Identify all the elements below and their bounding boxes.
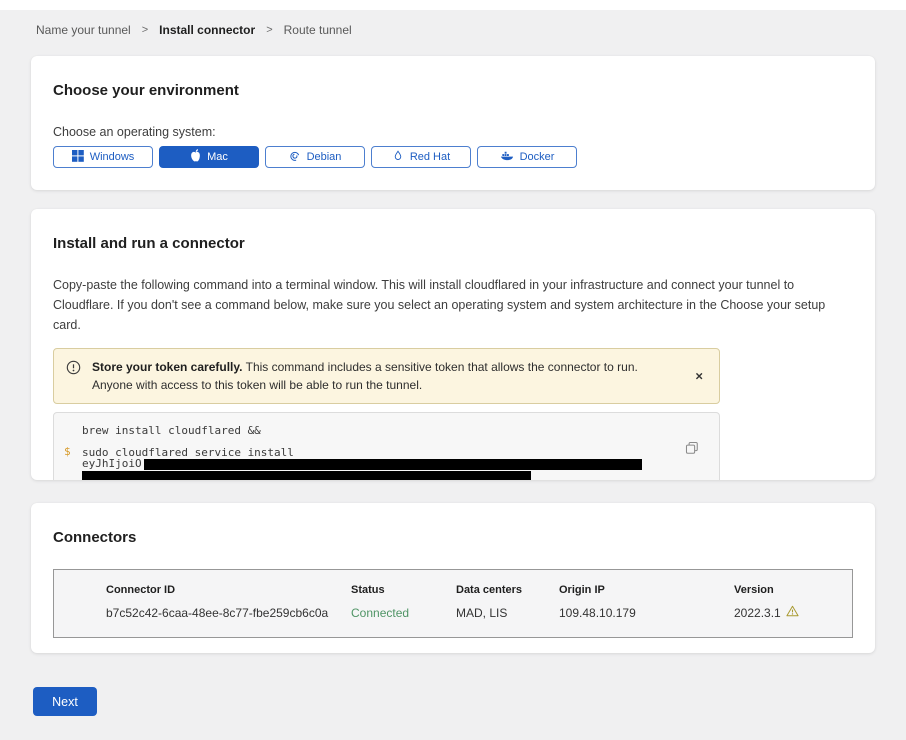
os-button-debian[interactable]: Debian (265, 146, 365, 168)
apple-icon (190, 149, 201, 165)
environment-card: Choose your environment Choose an operat… (31, 56, 875, 190)
breadcrumb-separator: > (142, 24, 148, 36)
column-header-data-centers: Data centers (456, 584, 559, 596)
install-command-codeblock: $ brew install cloudflared && sudo cloud… (53, 412, 720, 480)
redacted-token-bar (144, 459, 642, 470)
install-connector-card: Install and run a connector Copy-paste t… (31, 209, 875, 480)
docker-icon (500, 150, 514, 164)
shell-prompt: $ (64, 446, 71, 458)
command-line-2: sudo cloudflared service install (82, 447, 675, 459)
os-select-label: Choose an operating system: (53, 125, 853, 139)
version-value: 2022.3.1 (734, 606, 781, 620)
token-warning-banner: Store your token carefully. This command… (53, 348, 720, 404)
environment-card-title: Choose your environment (53, 82, 853, 99)
command-line-2-group: sudo cloudflared service install eyJhIjo… (82, 447, 675, 481)
breadcrumb: Name your tunnel > Install connector > R… (36, 23, 906, 37)
connectors-card: Connectors Connector ID Status Data cent… (31, 503, 875, 653)
top-header-strip (0, 0, 906, 10)
connectors-table-header: Connector ID Status Data centers Origin … (106, 584, 852, 596)
os-button-mac[interactable]: Mac (159, 146, 259, 168)
alert-circle-icon (66, 360, 81, 380)
windows-icon (72, 150, 84, 165)
close-icon[interactable]: × (687, 365, 711, 388)
breadcrumb-step-install-connector[interactable]: Install connector (159, 23, 255, 37)
connector-id-value: b7c52c42-6caa-48ee-8c77-fbe259cb6c0a (106, 606, 351, 620)
column-header-origin-ip: Origin IP (559, 584, 734, 596)
redacted-token-bar (82, 471, 531, 481)
debian-icon (289, 150, 301, 165)
os-button-group: Windows Mac Debian Red Hat Docker (53, 146, 853, 168)
column-header-connector-id: Connector ID (106, 584, 351, 596)
breadcrumb-step-route-tunnel[interactable]: Route tunnel (284, 23, 352, 37)
connectors-table: Connector ID Status Data centers Origin … (53, 569, 853, 638)
os-button-windows[interactable]: Windows (53, 146, 153, 168)
warning-title: Store your token carefully. (92, 360, 243, 374)
os-button-docker[interactable]: Docker (477, 146, 577, 168)
install-card-description: Copy-paste the following command into a … (53, 275, 851, 335)
version-cell: 2022.3.1 (734, 605, 852, 620)
command-line-1: brew install cloudflared && (82, 425, 675, 437)
column-header-version: Version (734, 584, 852, 596)
warning-triangle-icon (786, 605, 799, 620)
origin-ip-value: 109.48.10.179 (559, 606, 734, 620)
status-badge: Connected (351, 606, 456, 620)
os-button-label: Debian (307, 151, 342, 163)
redhat-icon (392, 149, 404, 165)
os-button-redhat[interactable]: Red Hat (371, 146, 471, 168)
os-button-label: Mac (207, 151, 228, 163)
os-button-label: Docker (520, 151, 555, 163)
install-card-title: Install and run a connector (53, 235, 853, 252)
breadcrumb-separator: > (266, 24, 272, 36)
table-row: b7c52c42-6caa-48ee-8c77-fbe259cb6c0a Con… (106, 605, 852, 620)
os-button-label: Red Hat (410, 151, 450, 163)
breadcrumb-step-name-tunnel[interactable]: Name your tunnel (36, 23, 131, 37)
data-centers-value: MAD, LIS (456, 606, 559, 620)
token-line: eyJhIjoiO (82, 458, 675, 470)
column-header-status: Status (351, 584, 456, 596)
connectors-card-title: Connectors (53, 529, 853, 546)
os-button-label: Windows (90, 151, 135, 163)
next-button[interactable]: Next (33, 687, 97, 716)
copy-icon[interactable] (683, 439, 701, 460)
token-prefix: eyJhIjoiO (82, 457, 142, 470)
